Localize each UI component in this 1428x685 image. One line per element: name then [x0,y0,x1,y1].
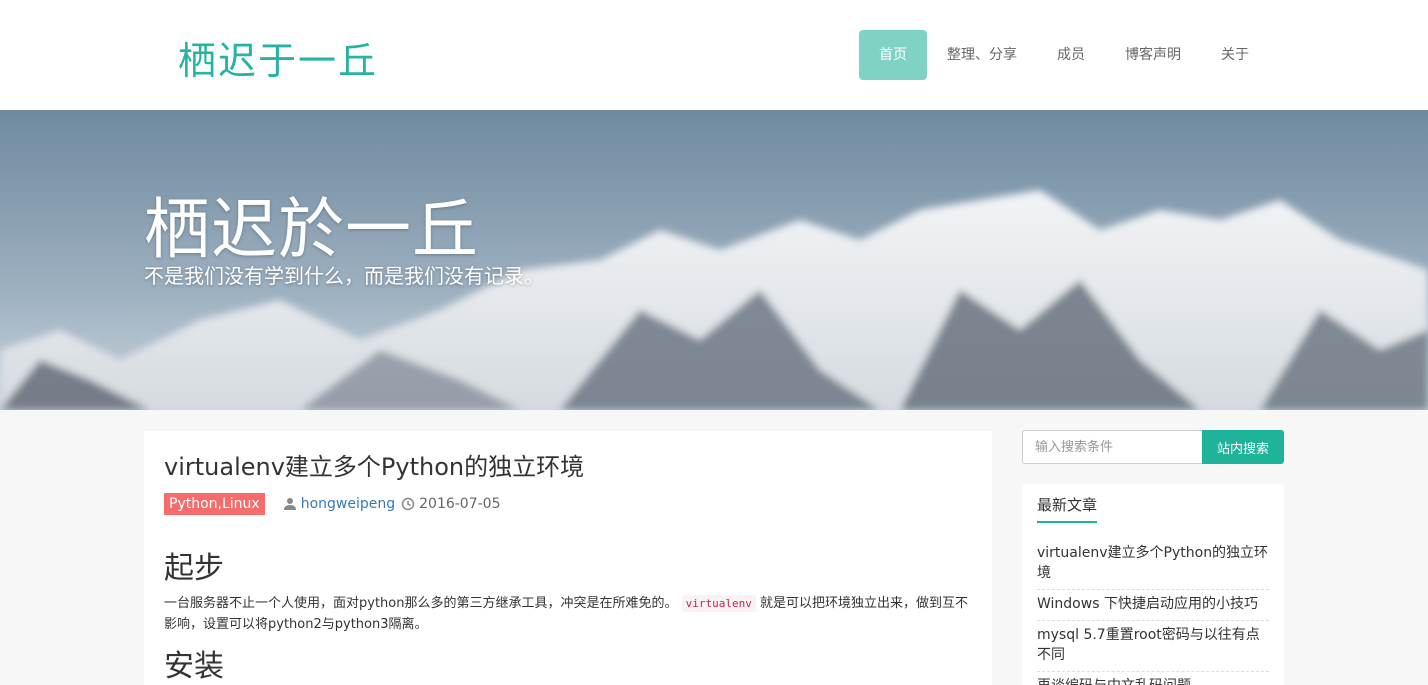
article-card: virtualenv建立多个Python的独立环境 Python,Linux h… [144,431,992,685]
hero-banner: 栖迟於一丘 不是我们没有学到什么，而是我们没有记录。 [0,110,1428,410]
article-title[interactable]: virtualenv建立多个Python的独立环境 [164,451,972,483]
recent-post-link[interactable]: virtualenv建立多个Python的独立环境 [1037,539,1269,590]
paragraph-text-before: 一台服务器不止一个人使用，面对python那么多的第三方继承工具，冲突是在所难免… [164,596,678,611]
recent-post-link[interactable]: mysql 5.7重置root密码与以往有点不同 [1037,621,1269,672]
article-meta: Python,Linux hongweipeng 2016-07-05 [164,493,972,515]
recent-posts-list: virtualenv建立多个Python的独立环境 Windows 下快捷启动应… [1037,539,1269,685]
recent-posts-widget: 最新文章 virtualenv建立多个Python的独立环境 Windows 下… [1022,484,1284,685]
nav-item-share[interactable]: 整理、分享 [927,30,1037,80]
user-icon [283,498,296,510]
recent-post-link[interactable]: Windows 下快捷启动应用的小技巧 [1037,590,1269,621]
search-button[interactable]: 站内搜索 [1202,430,1284,464]
hero-subtitle: 不是我们没有学到什么，而是我们没有记录。 [144,264,544,288]
site-search: 站内搜索 [1022,430,1284,464]
search-input[interactable] [1022,430,1202,464]
clock-icon [401,497,415,511]
category-tag[interactable]: Python,Linux [164,493,265,515]
nav-item-statement[interactable]: 博客声明 [1105,30,1201,80]
site-header: 栖迟于一丘 首页 整理、分享 成员 博客声明 关于 [0,0,1428,110]
author-link[interactable]: hongweipeng [301,496,395,512]
recent-posts-heading: 最新文章 [1037,494,1098,523]
section-heading-install: 安装 [164,649,224,684]
inline-code: virtualenv [681,595,756,612]
nav-item-home[interactable]: 首页 [859,30,927,80]
main-nav: 首页 整理、分享 成员 博客声明 关于 [859,30,1269,80]
post-date: 2016-07-05 [419,496,501,512]
section-heading-start: 起步 [164,551,224,586]
article-paragraph: 一台服务器不止一个人使用，面对python那么多的第三方继承工具，冲突是在所难免… [164,593,972,635]
hero-title: 栖迟於一丘 [144,191,479,268]
site-logo[interactable]: 栖迟于一丘 [178,30,378,85]
recent-post-link[interactable]: 再谈编码与中文乱码问题 [1037,672,1269,685]
nav-item-members[interactable]: 成员 [1037,30,1105,80]
nav-item-about[interactable]: 关于 [1201,30,1269,80]
